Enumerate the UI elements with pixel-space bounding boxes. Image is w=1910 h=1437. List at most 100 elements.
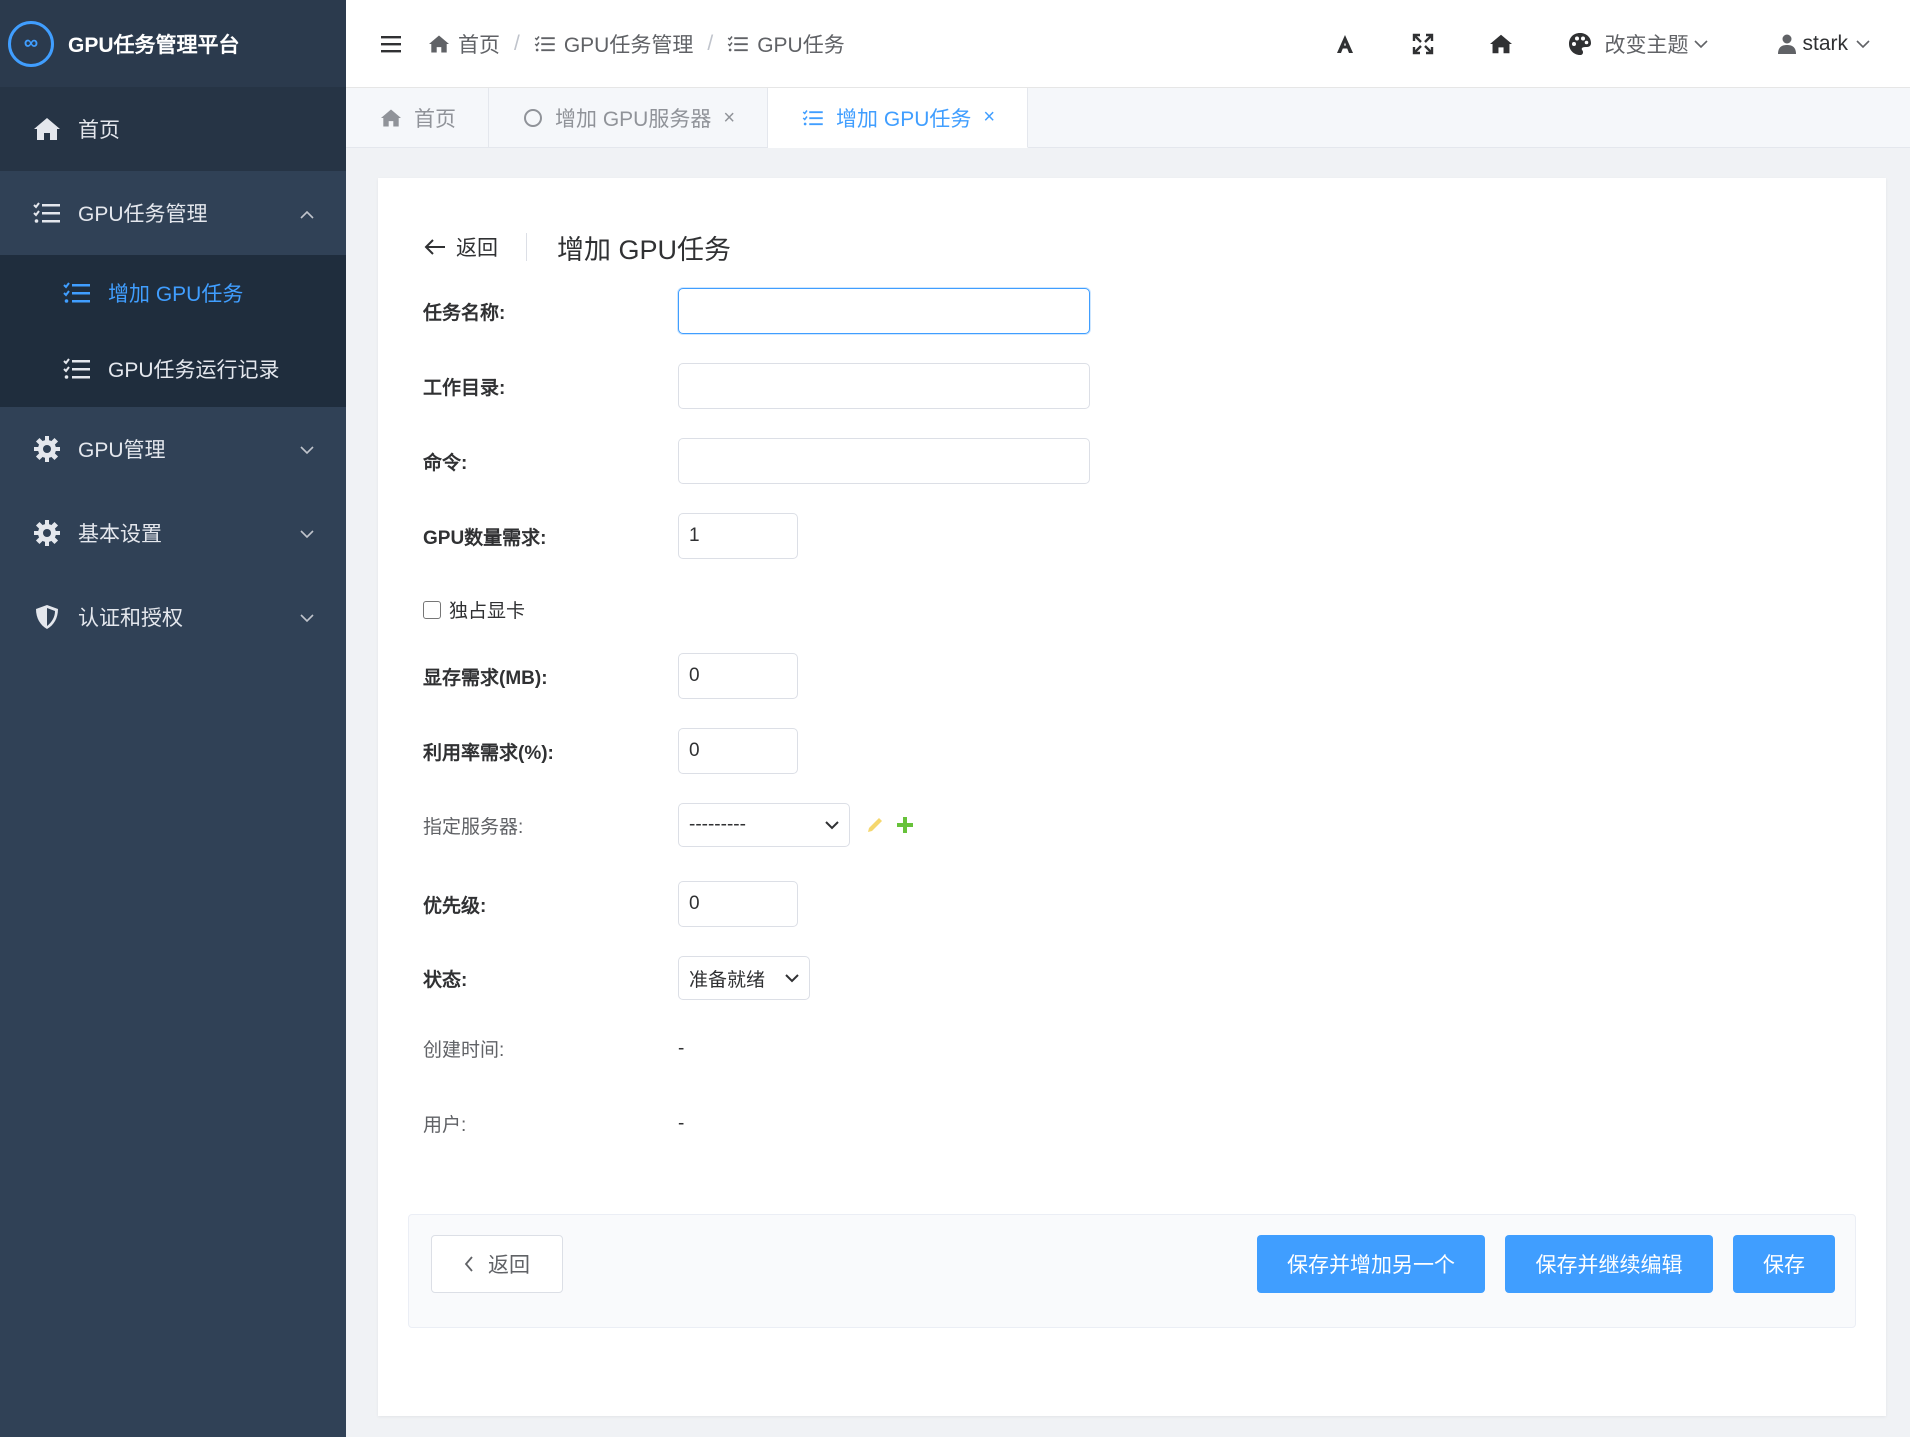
logo-icon: ∞ bbox=[8, 20, 54, 67]
circle-icon bbox=[524, 109, 542, 127]
back-button[interactable]: 返回 bbox=[431, 1235, 563, 1293]
sidebar-item-gpu-task-mgmt[interactable]: GPU任务管理 bbox=[0, 171, 346, 255]
memory-input[interactable] bbox=[678, 653, 798, 699]
tasks-icon bbox=[727, 35, 748, 51]
tab-label: 首页 bbox=[414, 108, 456, 131]
close-icon[interactable]: × bbox=[723, 107, 735, 130]
sidebar-item-basic-settings[interactable]: 基本设置 bbox=[0, 491, 346, 575]
field-row-command: 命令: bbox=[423, 438, 1090, 484]
workdir-input[interactable] bbox=[678, 363, 1090, 409]
font-size-icon[interactable] bbox=[1328, 27, 1362, 61]
page-header: 返回 增加 GPU任务 bbox=[424, 224, 731, 270]
tasks-icon bbox=[62, 278, 92, 308]
sidebar-item-label: GPU任务管理 bbox=[78, 203, 208, 226]
sidebar-item-home[interactable]: 首页 bbox=[0, 87, 346, 171]
field-row-server: 指定服务器: --------- bbox=[423, 803, 914, 847]
theme-label: 改变主题 bbox=[1604, 34, 1689, 57]
chevron-down-icon bbox=[1694, 39, 1709, 48]
tasks-icon bbox=[62, 354, 92, 384]
top-header: 首页 / GPU任务管理 / GPU任务 改变主题 stark bbox=[346, 0, 1910, 88]
created-label: 创建时间: bbox=[423, 1040, 505, 1061]
server-label: 指定服务器: bbox=[423, 816, 524, 838]
user-dropdown[interactable]: stark bbox=[1778, 32, 1870, 56]
hamburger-icon[interactable] bbox=[378, 31, 404, 57]
sidebar-item-label: 基本设置 bbox=[78, 523, 162, 546]
exclusive-row: 独占显卡 bbox=[423, 596, 525, 623]
task-name-input[interactable] bbox=[678, 288, 1090, 334]
chevron-down-icon bbox=[300, 521, 314, 545]
logo-area[interactable]: ∞ GPU任务管理平台 bbox=[0, 0, 346, 87]
back-link[interactable]: 返回 bbox=[424, 233, 527, 261]
breadcrumb-item-gpu-task: GPU任务 bbox=[727, 29, 845, 59]
exclusive-label: 独占显卡 bbox=[449, 601, 526, 622]
breadcrumb-item-home[interactable]: 首页 bbox=[428, 29, 500, 59]
gpu-count-input[interactable] bbox=[678, 513, 798, 559]
exclusive-checkbox[interactable] bbox=[423, 600, 441, 619]
name-label: 任务名称: bbox=[423, 302, 506, 324]
breadcrumb: 首页 / GPU任务管理 / GPU任务 bbox=[428, 29, 845, 59]
tab-label: 增加 GPU任务 bbox=[836, 107, 972, 131]
field-row-name: 任务名称: bbox=[423, 288, 1090, 334]
app-title: GPU任务管理平台 bbox=[68, 33, 240, 57]
status-select[interactable]: 准备就绪 bbox=[678, 956, 810, 1000]
created-value: - bbox=[678, 1037, 685, 1059]
chevron-down-icon bbox=[300, 605, 314, 629]
field-row-gpu-count: GPU数量需求: bbox=[423, 513, 798, 559]
save-button[interactable]: 保存 bbox=[1733, 1235, 1835, 1293]
theme-dropdown[interactable]: 改变主题 bbox=[1568, 29, 1709, 59]
home-icon[interactable] bbox=[1484, 27, 1518, 61]
gpu-count-label: GPU数量需求: bbox=[423, 527, 547, 549]
utilization-label: 利用率需求(%): bbox=[423, 742, 554, 764]
pencil-icon[interactable] bbox=[866, 816, 884, 834]
tasks-icon bbox=[534, 35, 555, 51]
close-icon[interactable]: × bbox=[983, 106, 995, 129]
chevron-down-icon bbox=[785, 973, 799, 982]
command-label: 命令: bbox=[423, 452, 468, 474]
sidebar-item-label: 首页 bbox=[78, 119, 120, 142]
field-row-user: 用户: - bbox=[423, 1110, 684, 1137]
header-right: 改变主题 stark bbox=[1306, 0, 1910, 88]
tab-home[interactable]: 首页 bbox=[346, 88, 489, 148]
sidebar-item-label: 认证和授权 bbox=[78, 607, 183, 630]
field-row-utilization: 利用率需求(%): bbox=[423, 728, 798, 774]
sidebar-item-auth[interactable]: 认证和授权 bbox=[0, 575, 346, 659]
plus-icon[interactable] bbox=[896, 816, 914, 834]
gear-icon bbox=[32, 434, 62, 464]
tasks-icon bbox=[802, 109, 823, 125]
submenu-gpu-task: 增加 GPU任务 GPU任务运行记录 bbox=[0, 255, 346, 407]
user-icon bbox=[1778, 34, 1797, 54]
home-icon bbox=[381, 109, 401, 127]
sidebar-subitem-task-records[interactable]: GPU任务运行记录 bbox=[0, 331, 346, 407]
priority-input[interactable] bbox=[678, 881, 798, 927]
user-value: - bbox=[678, 1112, 685, 1134]
priority-label: 优先级: bbox=[423, 895, 487, 917]
fullscreen-icon[interactable] bbox=[1406, 27, 1440, 61]
workdir-label: 工作目录: bbox=[423, 377, 506, 399]
memory-label: 显存需求(MB): bbox=[423, 667, 548, 689]
sidebar-item-gpu-mgmt[interactable]: GPU管理 bbox=[0, 407, 346, 491]
palette-icon bbox=[1569, 33, 1592, 55]
field-row-created: 创建时间: - bbox=[423, 1035, 684, 1062]
page-title: 增加 GPU任务 bbox=[557, 234, 732, 265]
tab-add-gpu-task[interactable]: 增加 GPU任务 × bbox=[768, 88, 1029, 148]
field-row-priority: 优先级: bbox=[423, 881, 798, 927]
breadcrumb-item-task-mgmt[interactable]: GPU任务管理 bbox=[534, 29, 693, 59]
field-row-workdir: 工作目录: bbox=[423, 363, 1090, 409]
save-and-continue-button[interactable]: 保存并继续编辑 bbox=[1505, 1235, 1713, 1293]
utilization-input[interactable] bbox=[678, 728, 798, 774]
tab-bar: 首页 增加 GPU服务器 × 增加 GPU任务 × bbox=[346, 88, 1910, 148]
save-and-add-button[interactable]: 保存并增加另一个 bbox=[1257, 1235, 1485, 1293]
tab-add-gpu-server[interactable]: 增加 GPU服务器 × bbox=[489, 88, 769, 148]
server-select[interactable]: --------- bbox=[678, 803, 850, 847]
field-row-status: 状态: 准备就绪 bbox=[423, 956, 810, 1000]
user-label: 用户: bbox=[423, 1115, 467, 1136]
form-actions: 返回 保存并增加另一个 保存并继续编辑 保存 bbox=[408, 1214, 1856, 1328]
sidebar-subitem-add-task[interactable]: 增加 GPU任务 bbox=[0, 255, 346, 331]
tasks-icon bbox=[32, 198, 62, 228]
home-icon bbox=[429, 35, 449, 52]
command-input[interactable] bbox=[678, 438, 1090, 484]
user-name: stark bbox=[1802, 32, 1848, 55]
chevron-up-icon bbox=[300, 201, 314, 225]
tab-label: 增加 GPU服务器 bbox=[555, 108, 712, 131]
gear-icon bbox=[32, 518, 62, 548]
